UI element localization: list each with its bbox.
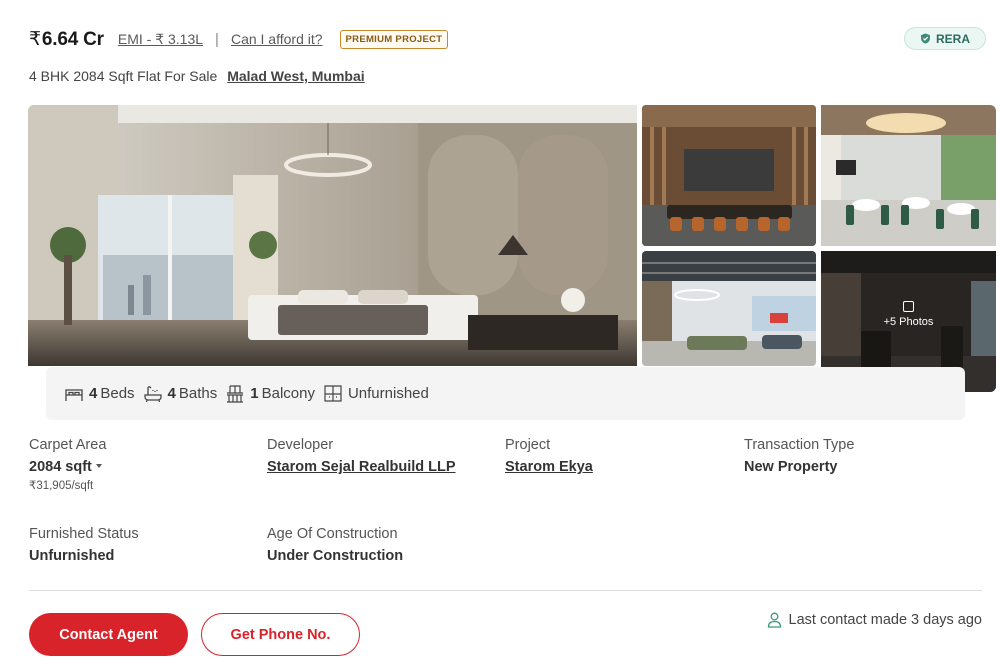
carpet-area-label: Carpet Area (29, 437, 107, 453)
project-label: Project (505, 437, 551, 453)
amenity-balcony: 1 Balcony (225, 384, 315, 403)
price: ₹6.64 Cr (29, 28, 104, 51)
amenity-baths: 4 Baths (143, 385, 218, 403)
photo-office-lounge[interactable] (642, 251, 816, 366)
last-contact-info: Last contact made 3 days ago (767, 612, 982, 628)
photo-restaurant[interactable] (821, 105, 996, 246)
carpet-area-value[interactable]: 2084 sqft (29, 459, 106, 475)
price-currency: ₹ (29, 28, 41, 50)
detail-developer: Developer Starom Sejal Realbuild LLP (267, 437, 456, 475)
carpet-area-text: 2084 sqft (29, 459, 92, 475)
balcony-icon (227, 384, 244, 403)
emi-link[interactable]: EMI - ₹ 3.13L (118, 31, 203, 48)
rera-label: RERA (935, 31, 970, 46)
amenity-bar: 4 Beds 4 Baths 1 Balcony Unfurnished (46, 367, 965, 420)
photo-gallery: +5 Photos (28, 105, 996, 392)
last-contact-text: Last contact made 3 days ago (788, 612, 982, 628)
developer-label: Developer (267, 437, 334, 453)
amenity-beds: 4 Beds (64, 385, 135, 403)
listing-header: ₹6.64 Cr EMI - ₹ 3.13L | Can I afford it… (29, 26, 1000, 52)
age-of-construction-value: Under Construction (267, 548, 404, 564)
more-photos-label: +5 Photos (883, 316, 934, 328)
contact-agent-button[interactable]: Contact Agent (29, 613, 188, 656)
listing-title: 4 BHK 2084 Sqft Flat For Sale (29, 68, 218, 84)
price-per-sqft: ₹31,905/sqft (29, 480, 94, 492)
amenity-beds-label: Beds (100, 385, 135, 402)
amenity-beds-count: 4 (89, 385, 98, 402)
furnishing-icon (324, 384, 342, 402)
location-link[interactable]: Malad West, Mumbai (227, 68, 364, 84)
get-phone-button[interactable]: Get Phone No. (201, 613, 360, 656)
amenity-baths-label: Baths (178, 385, 218, 402)
amenity-baths-count: 4 (167, 385, 176, 402)
detail-carpet-area: Carpet Area 2084 sqft ₹31,905/sqft (29, 437, 106, 492)
amenity-balcony-count: 1 (250, 385, 259, 402)
developer-link[interactable]: Starom Sejal Realbuild LLP (267, 459, 456, 475)
bath-icon (143, 385, 162, 402)
more-photos-overlay[interactable]: +5 Photos (821, 301, 996, 328)
person-icon (767, 612, 781, 628)
amenity-furnishing: Unfurnished (323, 384, 429, 403)
image-icon (903, 301, 914, 312)
detail-project: Project Starom Ekya (505, 437, 593, 475)
detail-furnished-status: Furnished Status Unfurnished (29, 526, 139, 564)
rera-badge[interactable]: RERA (904, 27, 986, 50)
project-link[interactable]: Starom Ekya (505, 459, 593, 475)
transaction-type-value: New Property (744, 459, 838, 475)
listing-subtitle: 4 BHK 2084 Sqft Flat For Sale Malad West… (29, 68, 365, 84)
shield-check-icon (921, 33, 930, 44)
main-photo-bedroom[interactable] (28, 105, 637, 366)
divider (29, 590, 982, 591)
detail-transaction-type: Transaction Type New Property (744, 437, 854, 475)
caret-down-icon[interactable] (95, 464, 102, 468)
price-value: 6.64 Cr (41, 28, 104, 50)
furnished-status-label: Furnished Status (29, 526, 139, 542)
photo-conference-room[interactable] (642, 105, 816, 246)
age-of-construction-label: Age Of Construction (267, 526, 398, 542)
amenity-furnishing-label: Unfurnished (347, 385, 429, 402)
furnished-status-value: Unfurnished (29, 548, 115, 564)
separator: | (215, 30, 219, 48)
detail-age-of-construction: Age Of Construction Under Construction (267, 526, 403, 564)
transaction-type-label: Transaction Type (744, 437, 855, 453)
afford-link[interactable]: Can I afford it? (231, 31, 323, 47)
premium-project-badge: PREMIUM PROJECT (339, 29, 449, 49)
amenity-balcony-label: Balcony (261, 385, 315, 402)
bed-icon (65, 388, 83, 401)
